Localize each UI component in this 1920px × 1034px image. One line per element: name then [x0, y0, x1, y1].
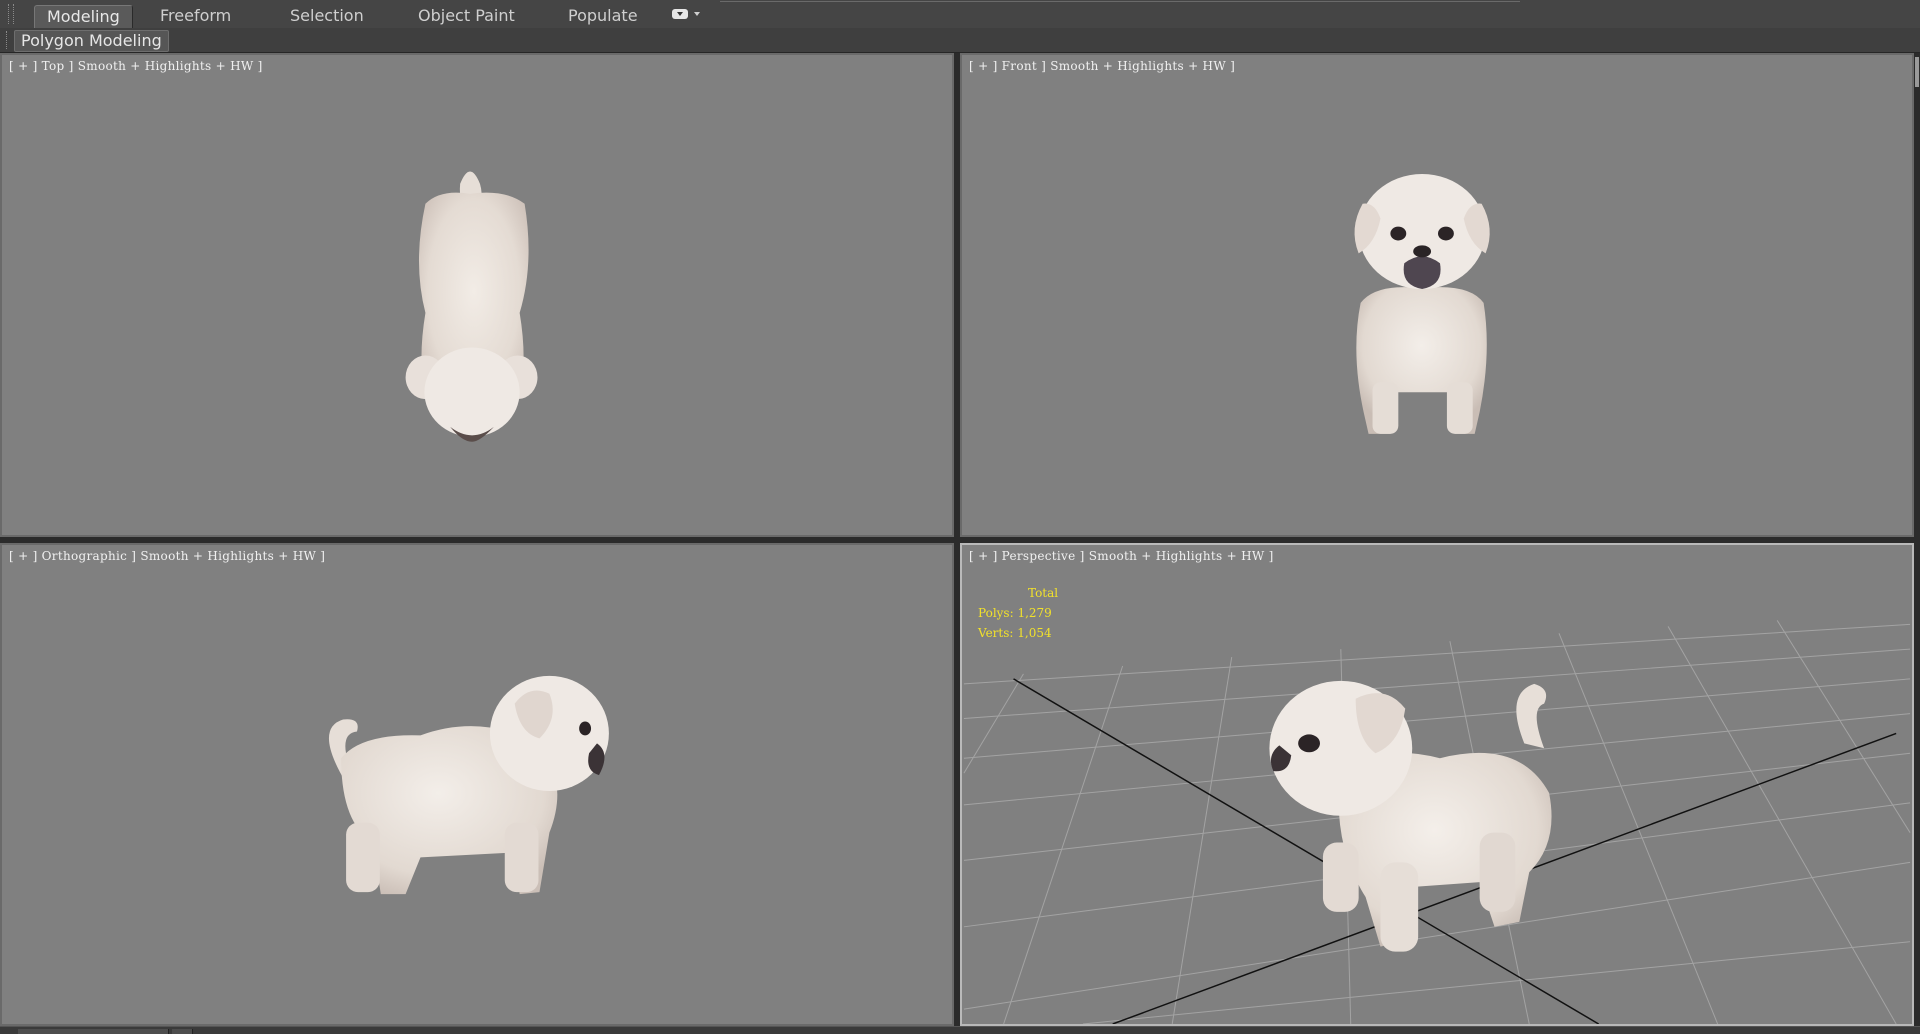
- ribbon-drag-handle[interactable]: [8, 4, 14, 24]
- orthographic-view-model: [328, 675, 609, 895]
- time-slider-arrow[interactable]: [172, 1029, 193, 1034]
- ribbon-display-options-button[interactable]: [670, 8, 704, 22]
- stats-verts: Verts: 1,054: [978, 626, 1052, 640]
- viewport-orthographic-label[interactable]: [ + ] Orthographic ] Smooth + Highlights…: [9, 549, 325, 563]
- puppy-eye-left: [1390, 226, 1407, 241]
- tab-modeling[interactable]: Modeling: [34, 5, 133, 28]
- vertical-scrollbar[interactable]: [1914, 53, 1920, 1026]
- tab-selection[interactable]: Selection: [278, 5, 376, 27]
- puppy-leg-front-right: [1380, 862, 1419, 952]
- puppy-eye: [1298, 734, 1320, 753]
- ribbon-panel: Polygon Modeling: [0, 28, 1920, 53]
- puppy-head: [424, 347, 520, 437]
- stats-total-label: Total: [1028, 586, 1059, 600]
- 3dsmax-window: Modeling Freeform Selection Object Paint…: [0, 0, 1920, 1034]
- viewport-orthographic[interactable]: [ + ] Orthographic ] Smooth + Highlights…: [0, 543, 954, 1026]
- puppy-leg-back: [1479, 832, 1516, 912]
- puppy-leg-front-right: [1446, 382, 1473, 434]
- puppy-nose: [1413, 245, 1432, 258]
- panel-title-polygon-modeling[interactable]: Polygon Modeling: [14, 30, 169, 52]
- puppy-leg-back: [346, 822, 380, 893]
- puppy-head: [489, 675, 609, 791]
- status-strip: [0, 1026, 1920, 1034]
- viewport-top-label[interactable]: [ + ] Top ] Smooth + Highlights + HW ]: [9, 59, 263, 73]
- puppy-leg-front-left: [1322, 842, 1359, 912]
- puppy-tail: [1516, 683, 1547, 749]
- viewport-front[interactable]: [ + ] Front ] Smooth + Highlights + HW ]: [960, 53, 1914, 537]
- top-view-model: [405, 171, 538, 442]
- chevron-down-icon: [694, 12, 700, 16]
- stats-polys: Polys: 1,279: [978, 606, 1052, 620]
- front-view-model: [1354, 174, 1490, 434]
- statistics-overlay: Total Polys: 1,279 Verts: 1,054: [978, 583, 1058, 643]
- perspective-view-scene: [963, 620, 1911, 1024]
- viewport-layout: [ + ] Top ] Smooth + Highlights + HW ] […: [0, 53, 1920, 1026]
- viewport-front-label[interactable]: [ + ] Front ] Smooth + Highlights + HW ]: [969, 59, 1235, 73]
- panel-drag-handle[interactable]: [6, 31, 10, 49]
- ribbon-tab-bar: Modeling Freeform Selection Object Paint…: [0, 0, 1920, 29]
- puppy-eye-right: [1437, 226, 1454, 241]
- viewport-perspective-label[interactable]: [ + ] Perspective ] Smooth + Highlights …: [969, 549, 1274, 563]
- time-slider-segment[interactable]: [18, 1029, 169, 1034]
- puppy-leg-front: [504, 822, 539, 893]
- puppy-eye: [579, 721, 592, 736]
- viewport-perspective[interactable]: [ + ] Perspective ] Smooth + Highlights …: [960, 543, 1914, 1026]
- puppy-leg-front-left: [1372, 382, 1399, 434]
- viewport-top[interactable]: [ + ] Top ] Smooth + Highlights + HW ]: [0, 53, 954, 537]
- tab-object-paint[interactable]: Object Paint: [406, 5, 527, 27]
- tab-freeform[interactable]: Freeform: [148, 5, 243, 27]
- ribbon-display-options-icon: [672, 9, 688, 19]
- tab-populate[interactable]: Populate: [556, 5, 650, 27]
- ribbon-separator: [720, 1, 1520, 2]
- scrollbar-thumb[interactable]: [1915, 57, 1919, 87]
